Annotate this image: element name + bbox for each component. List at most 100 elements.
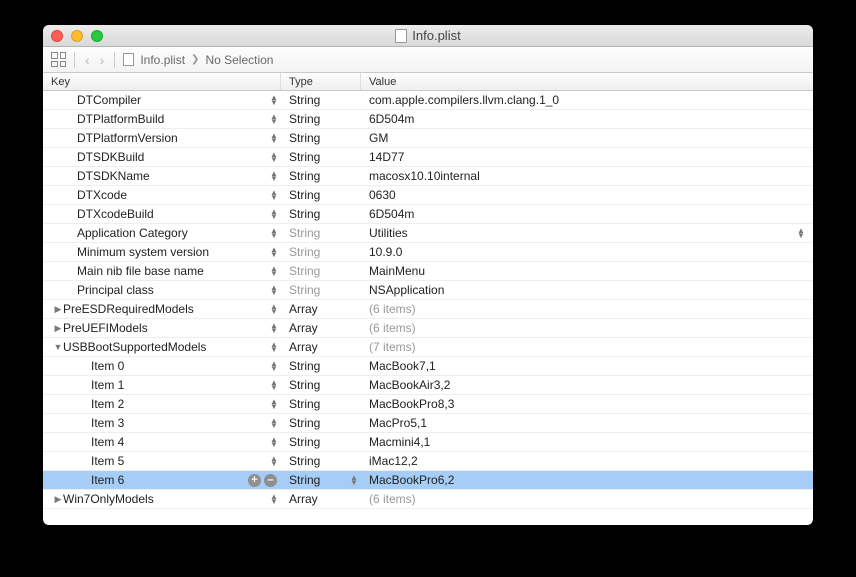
plist-row[interactable]: DTPlatformVersion▲▼StringGM (43, 129, 813, 148)
type-cell[interactable]: Array (281, 302, 361, 316)
value-cell[interactable]: MacBookPro6,2 (361, 473, 813, 487)
key-cell[interactable]: Minimum system version▲▼ (43, 245, 281, 259)
plist-row[interactable]: Item 5▲▼StringiMac12,2 (43, 452, 813, 471)
disclosure-triangle-icon[interactable]: ▼ (53, 342, 63, 352)
close-button[interactable] (51, 30, 63, 42)
key-cell[interactable]: ▶Win7OnlyModels▲▼ (43, 492, 281, 506)
type-cell[interactable]: String (281, 416, 361, 430)
value-cell[interactable]: (6 items) (361, 302, 813, 316)
plist-row[interactable]: DTSDKName▲▼Stringmacosx10.10internal (43, 167, 813, 186)
plist-row[interactable]: ▶PreESDRequiredModels▲▼Array(6 items) (43, 300, 813, 319)
key-stepper-icon[interactable]: ▲▼ (269, 95, 279, 105)
key-stepper-icon[interactable]: ▲▼ (269, 380, 279, 390)
type-cell[interactable]: String (281, 207, 361, 221)
key-cell[interactable]: Item 1▲▼ (43, 378, 281, 392)
value-cell[interactable]: (6 items) (361, 321, 813, 335)
type-cell[interactable]: Array (281, 492, 361, 506)
value-cell[interactable]: Utilities▲▼ (361, 226, 813, 240)
key-stepper-icon[interactable]: ▲▼ (269, 456, 279, 466)
key-cell[interactable]: DTXcode▲▼ (43, 188, 281, 202)
key-stepper-icon[interactable]: ▲▼ (269, 228, 279, 238)
value-cell[interactable]: MacBook7,1 (361, 359, 813, 373)
key-cell[interactable]: ▶PreESDRequiredModels▲▼ (43, 302, 281, 316)
plist-row[interactable]: ▶Win7OnlyModels▲▼Array(6 items) (43, 490, 813, 509)
value-cell[interactable]: 0630 (361, 188, 813, 202)
key-stepper-icon[interactable]: ▲▼ (269, 133, 279, 143)
key-stepper-icon[interactable]: ▲▼ (269, 342, 279, 352)
key-stepper-icon[interactable]: ▲▼ (269, 494, 279, 504)
plist-row[interactable]: Principal class▲▼StringNSApplication (43, 281, 813, 300)
value-cell[interactable]: iMac12,2 (361, 454, 813, 468)
key-stepper-icon[interactable]: ▲▼ (269, 266, 279, 276)
type-cell[interactable]: String (281, 378, 361, 392)
value-stepper-icon[interactable]: ▲▼ (795, 228, 807, 238)
value-cell[interactable]: Macmini4,1 (361, 435, 813, 449)
add-row-button[interactable]: + (248, 474, 261, 487)
value-cell[interactable]: macosx10.10internal (361, 169, 813, 183)
breadcrumb-selection[interactable]: No Selection (205, 53, 273, 67)
minimize-button[interactable] (71, 30, 83, 42)
plist-row[interactable]: Minimum system version▲▼String10.9.0 (43, 243, 813, 262)
value-cell[interactable]: GM (361, 131, 813, 145)
type-cell[interactable]: String (281, 283, 361, 297)
value-cell[interactable]: MainMenu (361, 264, 813, 278)
key-cell[interactable]: DTSDKBuild▲▼ (43, 150, 281, 164)
key-stepper-icon[interactable]: ▲▼ (269, 323, 279, 333)
type-cell[interactable]: String (281, 264, 361, 278)
type-cell[interactable]: String (281, 169, 361, 183)
type-cell[interactable]: String (281, 245, 361, 259)
type-cell[interactable]: String (281, 150, 361, 164)
type-cell[interactable]: String (281, 112, 361, 126)
value-cell[interactable]: (7 items) (361, 340, 813, 354)
key-cell[interactable]: Item 6+– (43, 473, 281, 487)
key-stepper-icon[interactable]: ▲▼ (269, 114, 279, 124)
key-stepper-icon[interactable]: ▲▼ (269, 361, 279, 371)
type-cell[interactable]: String (281, 397, 361, 411)
remove-row-button[interactable]: – (264, 474, 277, 487)
key-cell[interactable]: ▼USBBootSupportedModels▲▼ (43, 340, 281, 354)
type-cell[interactable]: String (281, 131, 361, 145)
disclosure-triangle-icon[interactable]: ▶ (53, 304, 63, 315)
plist-row[interactable]: DTPlatformBuild▲▼String6D504m (43, 110, 813, 129)
type-cell[interactable]: String (281, 188, 361, 202)
plist-row[interactable]: Item 4▲▼StringMacmini4,1 (43, 433, 813, 452)
key-cell[interactable]: DTSDKName▲▼ (43, 169, 281, 183)
key-stepper-icon[interactable]: ▲▼ (269, 152, 279, 162)
value-cell[interactable]: MacBookPro8,3 (361, 397, 813, 411)
plist-row[interactable]: DTXcodeBuild▲▼String6D504m (43, 205, 813, 224)
key-stepper-icon[interactable]: ▲▼ (269, 190, 279, 200)
value-cell[interactable]: 14D77 (361, 150, 813, 164)
key-cell[interactable]: DTPlatformBuild▲▼ (43, 112, 281, 126)
key-cell[interactable]: Item 0▲▼ (43, 359, 281, 373)
plist-row[interactable]: ▶PreUEFIModels▲▼Array(6 items) (43, 319, 813, 338)
plist-row[interactable]: Item 3▲▼StringMacPro5,1 (43, 414, 813, 433)
type-cell[interactable]: String (281, 359, 361, 373)
nav-back-button[interactable]: ‹ (83, 52, 92, 68)
disclosure-triangle-icon[interactable]: ▶ (53, 494, 63, 505)
type-cell[interactable]: String (281, 226, 361, 240)
key-cell[interactable]: DTXcodeBuild▲▼ (43, 207, 281, 221)
plist-row[interactable]: Item 1▲▼StringMacBookAir3,2 (43, 376, 813, 395)
plist-row[interactable]: ▼USBBootSupportedModels▲▼Array(7 items) (43, 338, 813, 357)
key-stepper-icon[interactable]: ▲▼ (269, 171, 279, 181)
nav-forward-button[interactable]: › (98, 52, 107, 68)
key-cell[interactable]: Item 2▲▼ (43, 397, 281, 411)
plist-row[interactable]: DTXcode▲▼String0630 (43, 186, 813, 205)
breadcrumb-file[interactable]: Info.plist (140, 53, 185, 67)
type-cell[interactable]: String (281, 454, 361, 468)
key-stepper-icon[interactable]: ▲▼ (269, 418, 279, 428)
type-cell[interactable]: Array (281, 340, 361, 354)
key-stepper-icon[interactable]: ▲▼ (269, 437, 279, 447)
zoom-button[interactable] (91, 30, 103, 42)
key-cell[interactable]: ▶PreUEFIModels▲▼ (43, 321, 281, 335)
key-stepper-icon[interactable]: ▲▼ (269, 399, 279, 409)
type-cell[interactable]: String▲▼ (281, 473, 361, 487)
type-cell[interactable]: String (281, 435, 361, 449)
value-cell[interactable]: (6 items) (361, 492, 813, 506)
key-stepper-icon[interactable]: ▲▼ (269, 247, 279, 257)
key-cell[interactable]: DTPlatformVersion▲▼ (43, 131, 281, 145)
value-cell[interactable]: 6D504m (361, 207, 813, 221)
key-cell[interactable]: Item 4▲▼ (43, 435, 281, 449)
key-cell[interactable]: Principal class▲▼ (43, 283, 281, 297)
plist-row[interactable]: Main nib file base name▲▼StringMainMenu (43, 262, 813, 281)
